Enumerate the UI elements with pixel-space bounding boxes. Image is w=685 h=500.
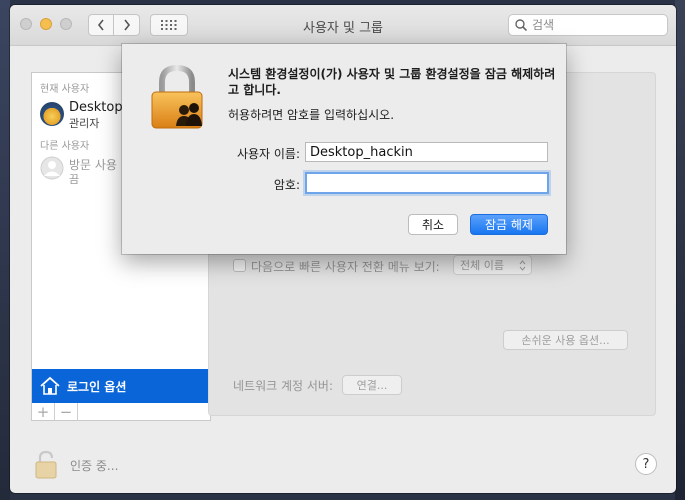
search-input[interactable] (527, 18, 652, 32)
login-options-item[interactable]: 로그인 옵션 (32, 369, 210, 403)
dialog-message: 시스템 환경설정이(가) 사용자 및 그룹 환경설정을 잠금 해제하려고 합니다… (228, 67, 556, 97)
current-user-name[interactable]: Desktop_ (69, 100, 129, 115)
username-field[interactable] (305, 142, 548, 162)
current-user-role: 관리자 (69, 117, 100, 130)
unlock-button[interactable]: 잠금 해제 (470, 214, 548, 235)
lock-icon[interactable] (34, 450, 58, 480)
fast-switch-checkbox[interactable] (233, 259, 246, 272)
search-icon (515, 19, 527, 31)
home-icon (40, 376, 60, 395)
lock-users-icon (151, 64, 203, 129)
unlock-dialog: 시스템 환경설정이(가) 사용자 및 그룹 환경설정을 잠금 해제하려고 합니다… (122, 44, 566, 254)
add-user-button[interactable]: + (32, 403, 55, 421)
help-button[interactable]: ? (635, 453, 657, 475)
other-users-header: 다른 사용자 (40, 141, 90, 152)
dialog-instruction: 허용하려면 암호를 입력하십시오. (228, 108, 395, 122)
accessibility-options-button[interactable]: 손쉬운 사용 옵션... (503, 330, 628, 350)
titlebar: 사용자 및 그룹 (10, 5, 676, 46)
login-options-label: 로그인 옵션 (67, 379, 127, 394)
current-user-header: 현재 사용자 (40, 84, 90, 95)
remove-user-button[interactable]: − (55, 403, 78, 421)
username-label: 사용자 이름: (236, 147, 300, 161)
desktop-right (675, 0, 685, 500)
guest-user-status: 끔 (69, 173, 80, 186)
fast-switch-select[interactable]: 전체 이름 (453, 255, 532, 275)
fast-switch-value: 전체 이름 (460, 259, 504, 272)
connect-button[interactable]: 연결... (342, 375, 402, 395)
auth-status-text: 인증 중... (70, 459, 119, 473)
guest-user-icon (40, 156, 64, 180)
current-user-avatar (40, 102, 64, 126)
updown-icon (519, 259, 526, 271)
fast-switch-label: 다음으로 빠른 사용자 전환 메뉴 보기: (251, 260, 440, 274)
cancel-button[interactable]: 취소 (408, 214, 458, 235)
password-field[interactable] (305, 172, 549, 194)
desktop-left (0, 0, 10, 500)
network-server-label: 네트워크 계정 서버: (233, 379, 333, 393)
search-box[interactable] (508, 14, 668, 36)
password-label: 암호: (273, 178, 300, 192)
